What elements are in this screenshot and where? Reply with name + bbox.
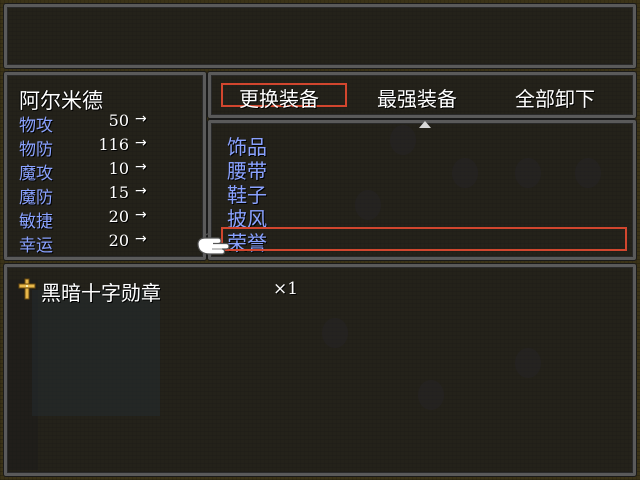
item-quantity: ×1 (273, 279, 299, 299)
change-equipment-command[interactable]: 更换装备 (239, 83, 319, 112)
stat-value: 10 (108, 159, 129, 178)
stat-label: 敏捷 (19, 212, 53, 232)
hand-pointer-icon (197, 233, 230, 255)
arrow-right-icon: → (135, 183, 147, 199)
stat-label: 魔攻 (19, 164, 53, 184)
stat-value: 50 (108, 111, 129, 130)
arrow-right-icon: → (135, 135, 147, 151)
stat-row-magic-attack: 魔攻 10 → (19, 159, 199, 184)
equip-item-window: 黑暗十字勋章 ×1 (4, 264, 636, 476)
stat-value: 20 (108, 231, 129, 250)
stat-label: 物攻 (19, 116, 53, 136)
arrow-right-icon: → (135, 159, 147, 175)
optimize-equipment-command[interactable]: 最强装备 (377, 83, 457, 112)
item-row[interactable]: 黑暗十字勋章 ×1 (17, 277, 357, 305)
remove-all-command[interactable]: 全部卸下 (515, 83, 595, 112)
item-name: 黑暗十字勋章 (41, 281, 161, 305)
game-screen: 阿尔米德 物攻 50 → 物防 116 → 魔攻 10 → 魔防 15 → 敏捷… (0, 0, 640, 480)
stat-row-defense: 物防 116 → (19, 135, 199, 160)
stat-label: 魔防 (19, 188, 53, 208)
arrow-right-icon: → (135, 231, 147, 247)
stat-value: 15 (108, 183, 129, 202)
arrow-right-icon: → (135, 111, 147, 127)
stat-value: 20 (108, 207, 129, 226)
help-window (4, 4, 636, 68)
stat-value: 116 (98, 135, 129, 154)
stat-row-attack: 物攻 50 → (19, 111, 199, 136)
cross-medal-icon (18, 278, 36, 300)
actor-status-window: 阿尔米德 物攻 50 → 物防 116 → 魔攻 10 → 魔防 15 → 敏捷… (4, 72, 206, 260)
stat-row-magic-defense: 魔防 15 → (19, 183, 199, 208)
stat-label: 物防 (19, 140, 53, 160)
stat-row-agility: 敏捷 20 → (19, 207, 199, 232)
scroll-up-arrow-icon[interactable] (419, 121, 431, 128)
arrow-right-icon: → (135, 207, 147, 223)
equip-slot-window: 饰品 腰带 鞋子 披风 荣誉 (208, 120, 636, 260)
slot-cursor (221, 227, 627, 251)
equip-command-window: 更换装备 最强装备 全部卸下 (208, 72, 636, 118)
stat-label: 幸运 (19, 236, 53, 256)
stat-row-luck: 幸运 20 → (19, 231, 199, 256)
